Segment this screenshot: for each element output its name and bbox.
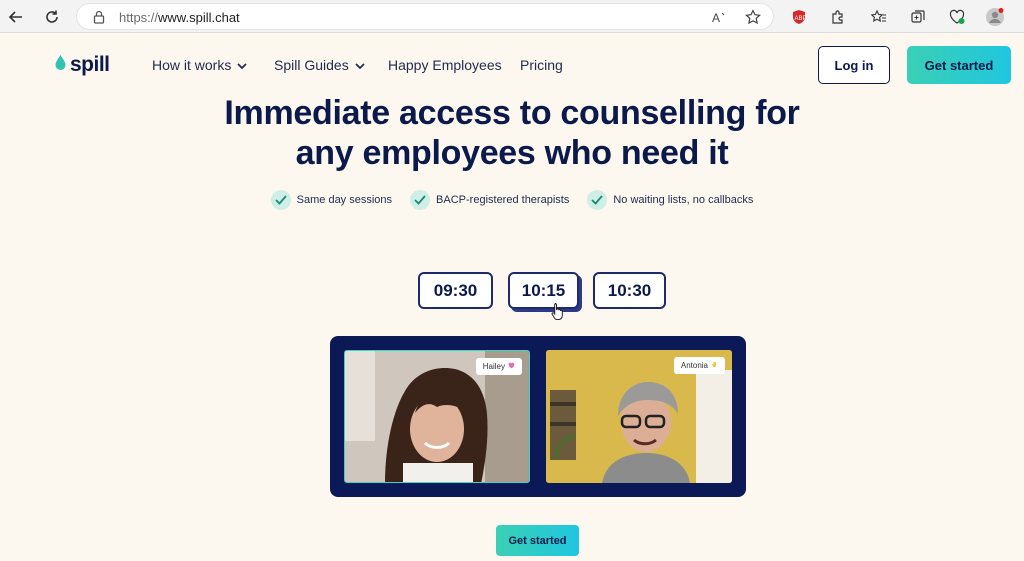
heart-icon (508, 362, 515, 371)
nav-label: Spill Guides (274, 57, 349, 73)
nav-happy-employees[interactable]: Happy Employees (388, 57, 502, 73)
favorite-star-icon[interactable] (745, 9, 761, 30)
time-slot-0930[interactable]: 09:30 (418, 272, 493, 309)
nav-spill-guides[interactable]: Spill Guides (274, 57, 365, 73)
check-icon (587, 190, 608, 210)
feature-label: Same day sessions (296, 194, 393, 206)
health-heart-icon[interactable] (945, 5, 969, 29)
feature-item: Same day sessions (270, 190, 393, 210)
refresh-icon[interactable] (40, 5, 64, 29)
svg-text:ABP: ABP (795, 16, 807, 22)
participant-name: Hailey (482, 362, 505, 371)
check-icon (410, 190, 431, 210)
get-started-bottom-button[interactable]: Get started (496, 525, 579, 556)
browser-toolbar: https://www.spill.chat A ABP (0, 0, 1024, 33)
time-slot-1015[interactable]: 10:15 (508, 272, 579, 309)
video-tile-antonia: Antonia (546, 350, 732, 483)
video-tile-hailey: Hailey (344, 350, 530, 483)
hero-line-1: Immediate access to counselling for (224, 94, 800, 132)
nav-pricing[interactable]: Pricing (520, 57, 563, 73)
profile-avatar-icon[interactable] (983, 5, 1007, 29)
wave-hand-icon (711, 361, 718, 370)
collections-icon[interactable] (906, 5, 930, 29)
name-tag-antonia: Antonia (673, 357, 725, 374)
nav-label: How it works (152, 57, 232, 73)
feature-item: No waiting lists, no callbacks (587, 190, 753, 210)
url-host: www.spill.chat (158, 10, 240, 25)
time-slot-1030[interactable]: 10:30 (593, 272, 666, 309)
hero-heading: Immediate access to counselling for any … (0, 93, 1024, 173)
spill-logo[interactable]: spill (54, 53, 110, 77)
feature-list: Same day sessions BACP-registered therap… (0, 190, 1024, 210)
nav-how-it-works[interactable]: How it works (152, 57, 247, 73)
url-text: https://www.spill.chat (119, 10, 240, 25)
login-button[interactable]: Log in (818, 46, 890, 84)
nav-label: Pricing (520, 57, 563, 73)
lock-icon[interactable] (93, 10, 105, 29)
svg-text:A: A (712, 11, 720, 25)
nav-label: Happy Employees (388, 57, 502, 73)
get-started-button[interactable]: Get started (907, 46, 1011, 84)
read-aloud-icon[interactable]: A (711, 9, 727, 30)
hand-cursor-icon (551, 302, 565, 325)
check-icon (270, 190, 291, 210)
video-call-panel: Hailey Antonia (330, 336, 746, 497)
participant-name: Antonia (680, 361, 708, 370)
favorites-icon[interactable] (867, 5, 891, 29)
extensions-puzzle-icon[interactable] (826, 5, 850, 29)
drop-logo-icon (54, 54, 67, 76)
url-protocol: https:// (119, 10, 159, 25)
extension-badge-icon[interactable]: ABP (787, 5, 811, 29)
logo-text: spill (70, 53, 110, 76)
chevron-down-icon (355, 57, 365, 73)
feature-label: BACP-registered therapists (436, 194, 570, 206)
back-icon[interactable] (4, 5, 28, 29)
hero-line-2: any employees who need it (295, 134, 729, 172)
address-bar[interactable]: https://www.spill.chat A (76, 3, 774, 30)
feature-item: BACP-registered therapists (410, 190, 569, 210)
feature-label: No waiting lists, no callbacks (613, 194, 754, 206)
chevron-down-icon (237, 57, 247, 73)
name-tag-hailey: Hailey (475, 358, 522, 375)
